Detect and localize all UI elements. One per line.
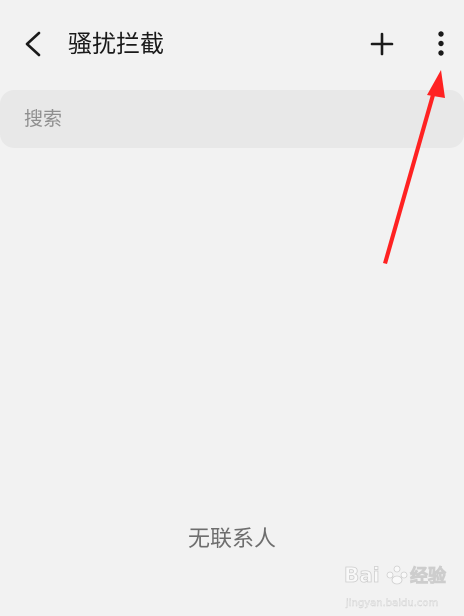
- empty-state-text: 无联系人: [187, 527, 276, 552]
- svg-text:jingyan.baidu.com: jingyan.baidu.com: [345, 598, 438, 609]
- plus-icon: [370, 32, 394, 56]
- add-button[interactable]: [364, 26, 400, 62]
- svg-text:经验: 经验: [410, 565, 447, 587]
- svg-text:Bai: Bai: [344, 563, 380, 587]
- baidu-watermark-logo: Bai 经验 jingyan.baidu.com: [344, 563, 448, 610]
- search-input[interactable]: 搜索: [0, 90, 464, 148]
- page-title: 骚扰拦截: [68, 30, 164, 58]
- chevron-left-icon: [25, 31, 41, 57]
- search-placeholder: 搜索: [24, 108, 63, 130]
- more-vertical-icon: [438, 31, 444, 56]
- back-button[interactable]: [14, 24, 54, 64]
- top-app-bar: 骚扰拦截: [0, 0, 464, 86]
- more-options-button[interactable]: [424, 26, 458, 62]
